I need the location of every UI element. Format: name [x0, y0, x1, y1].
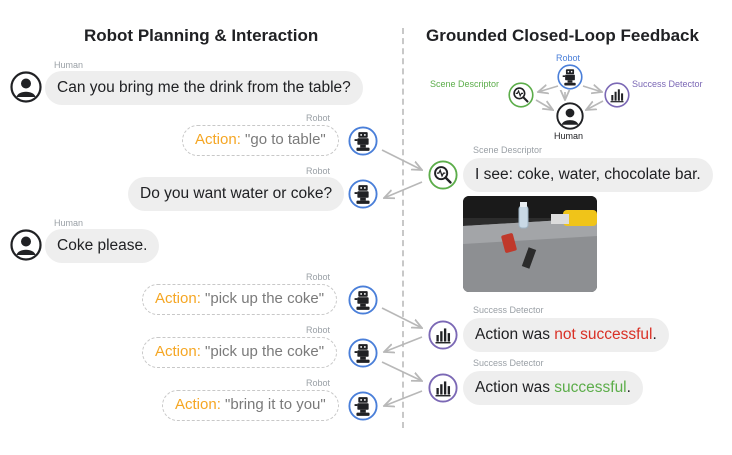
arrow-from-detector-2 — [384, 390, 423, 406]
arrow-to-detector-2 — [381, 361, 422, 381]
arrow-to-detector — [381, 307, 422, 328]
connector-arrows — [381, 0, 732, 455]
arrow-to-scene — [381, 149, 422, 170]
arrow-from-detector — [384, 336, 423, 352]
arrow-from-scene — [384, 181, 423, 198]
